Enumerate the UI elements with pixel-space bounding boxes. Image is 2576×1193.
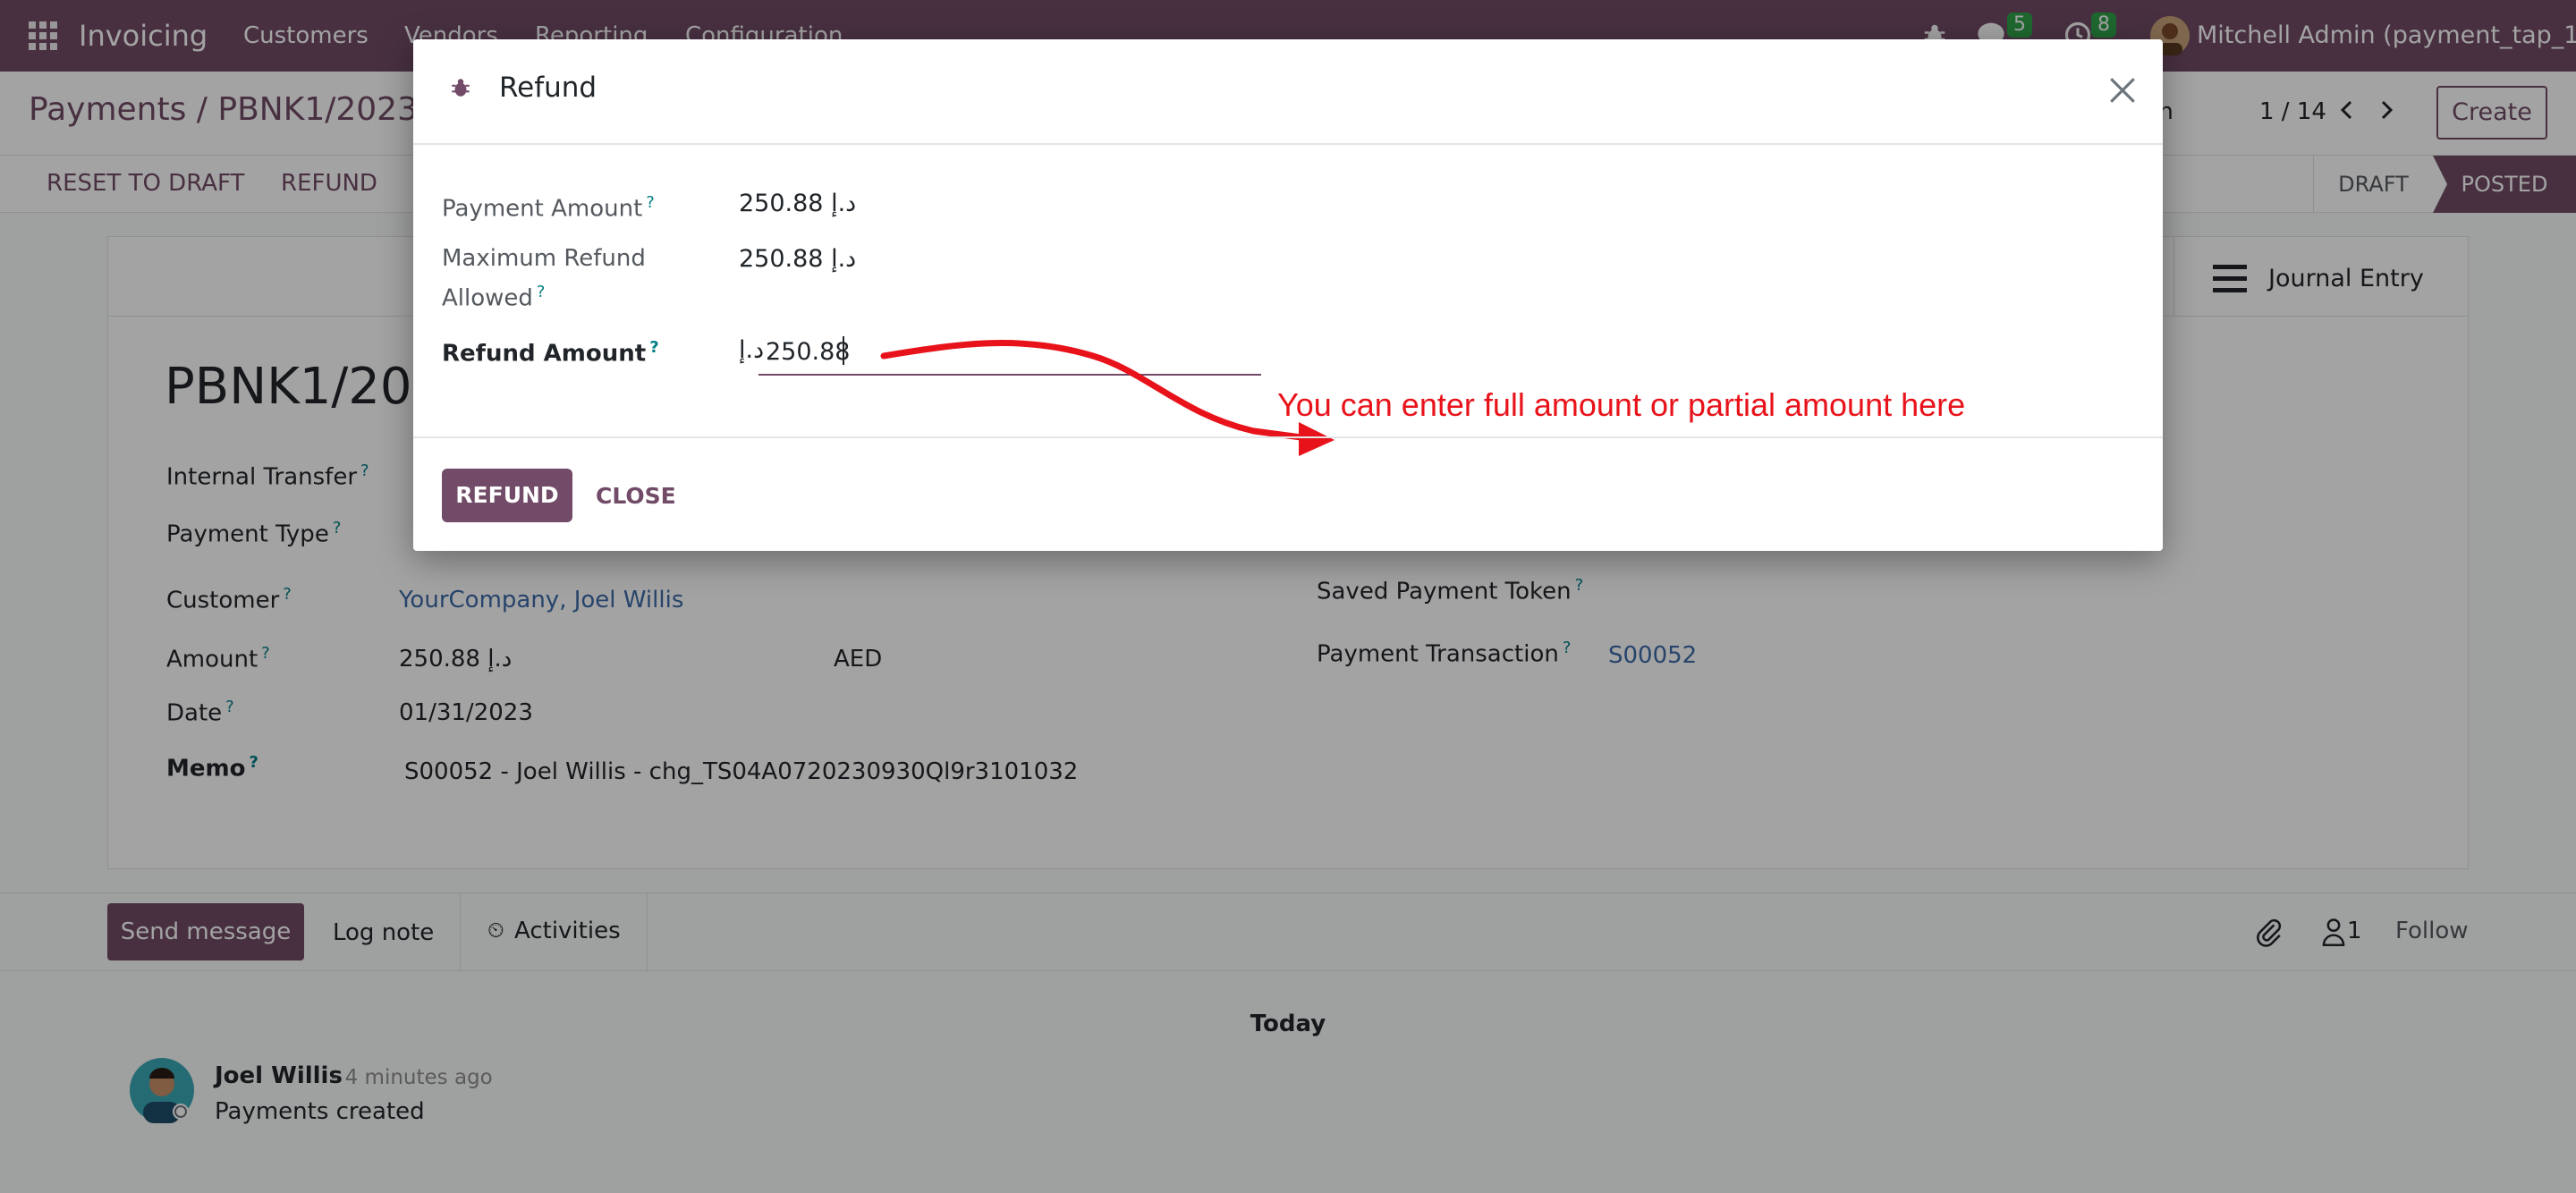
text-cursor [843,336,844,365]
refund-amount-value: 250.88 [766,338,851,366]
refund-amount-label: Refund Amount? [442,338,659,368]
max-refund-value: 250.88 د.إ [739,245,857,273]
refund-dialog: Refund Payment Amount? 250.88 د.إ Maximu… [413,39,2163,551]
close-button[interactable]: CLOSE [596,483,676,509]
payment-amount-value: 250.88 د.إ [739,190,857,217]
payment-amount-label: Payment Amount? [442,193,655,223]
annotation-text: You can enter full amount or partial amo… [1277,386,1966,423]
refund-button[interactable]: REFUND [442,469,572,522]
refund-dialog-bug-icon [452,79,470,97]
close-icon[interactable] [2107,75,2138,106]
max-refund-label-line2: Allowed? [442,283,546,312]
dialog-header-divider [413,143,2163,145]
max-refund-label-line1: Maximum Refund [442,245,646,272]
dialog-footer-divider [413,436,2163,438]
dialog-title: Refund [499,72,597,104]
